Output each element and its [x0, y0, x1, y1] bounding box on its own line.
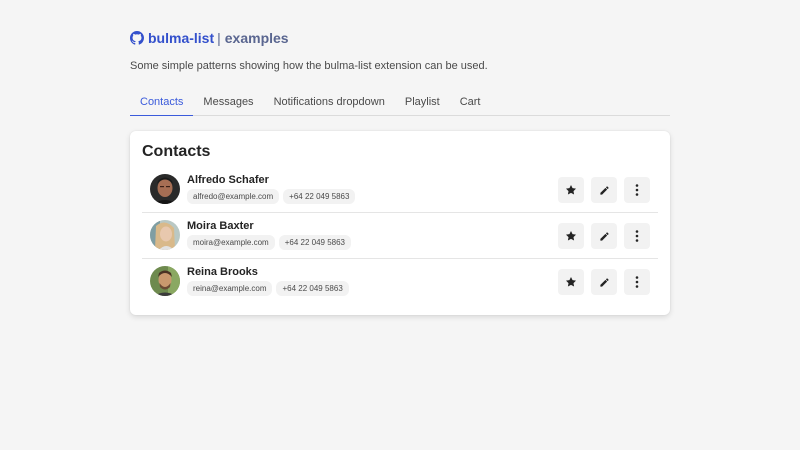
- page-section-title: examples: [224, 30, 289, 46]
- list-item[interactable]: Reina Brooks reina@example.com +64 22 04…: [142, 259, 658, 305]
- row-actions: [558, 223, 650, 249]
- list-item[interactable]: Moira Baxter moira@example.com +64 22 04…: [142, 213, 658, 259]
- pencil-icon: [599, 231, 609, 241]
- edit-button[interactable]: [591, 223, 617, 249]
- github-icon[interactable]: [130, 31, 144, 45]
- card-title: Contacts: [142, 143, 211, 160]
- tabs-bar: Contacts Messages Notifications dropdown…: [130, 88, 670, 116]
- tab-playlist[interactable]: Playlist: [395, 88, 450, 116]
- repo-link[interactable]: bulma-list: [148, 30, 214, 46]
- phone-tag: +64 22 049 5863: [276, 281, 349, 296]
- contact-name: Alfredo Schafer: [187, 174, 269, 186]
- contact-tags: moira@example.com +64 22 049 5863: [187, 235, 351, 250]
- more-button[interactable]: [624, 177, 650, 203]
- row-actions: [558, 269, 650, 295]
- favorite-button[interactable]: [558, 177, 584, 203]
- contact-tags: alfredo@example.com +64 22 049 5863: [187, 189, 356, 204]
- contacts-card: Contacts Alfredo Schafer alfredo@example…: [130, 131, 670, 315]
- page-header: bulma-list | examples: [130, 28, 289, 48]
- edit-button[interactable]: [591, 177, 617, 203]
- edit-button[interactable]: [591, 269, 617, 295]
- contact-tags: reina@example.com +64 22 049 5863: [187, 281, 349, 296]
- favorite-button[interactable]: [558, 269, 584, 295]
- more-vertical-icon: [635, 276, 639, 288]
- tab-cart[interactable]: Cart: [450, 88, 491, 116]
- more-vertical-icon: [635, 230, 639, 242]
- star-icon: [566, 277, 576, 287]
- page-description: Some simple patterns showing how the bul…: [130, 60, 488, 72]
- more-button[interactable]: [624, 223, 650, 249]
- phone-tag: +64 22 049 5863: [283, 189, 356, 204]
- phone-tag: +64 22 049 5863: [278, 235, 351, 250]
- contact-name: Reina Brooks: [187, 266, 258, 278]
- more-button[interactable]: [624, 269, 650, 295]
- row-actions: [558, 177, 650, 203]
- star-icon: [566, 185, 576, 195]
- email-tag: moira@example.com: [187, 235, 275, 250]
- list-item[interactable]: Alfredo Schafer alfredo@example.com +64 …: [142, 167, 658, 213]
- more-vertical-icon: [635, 184, 639, 196]
- tab-messages[interactable]: Messages: [193, 88, 263, 116]
- email-tag: reina@example.com: [187, 281, 273, 296]
- tab-contacts[interactable]: Contacts: [130, 88, 194, 116]
- contacts-list: Alfredo Schafer alfredo@example.com +64 …: [142, 167, 658, 305]
- favorite-button[interactable]: [558, 223, 584, 249]
- star-icon: [566, 231, 576, 241]
- avatar: [150, 220, 180, 250]
- avatar: [150, 266, 180, 296]
- pencil-icon: [599, 277, 609, 287]
- pencil-icon: [599, 185, 609, 195]
- title-separator: |: [217, 30, 221, 46]
- contact-name: Moira Baxter: [187, 220, 254, 232]
- tab-notifications-dropdown[interactable]: Notifications dropdown: [264, 88, 395, 116]
- avatar: [150, 174, 180, 204]
- email-tag: alfredo@example.com: [187, 189, 280, 204]
